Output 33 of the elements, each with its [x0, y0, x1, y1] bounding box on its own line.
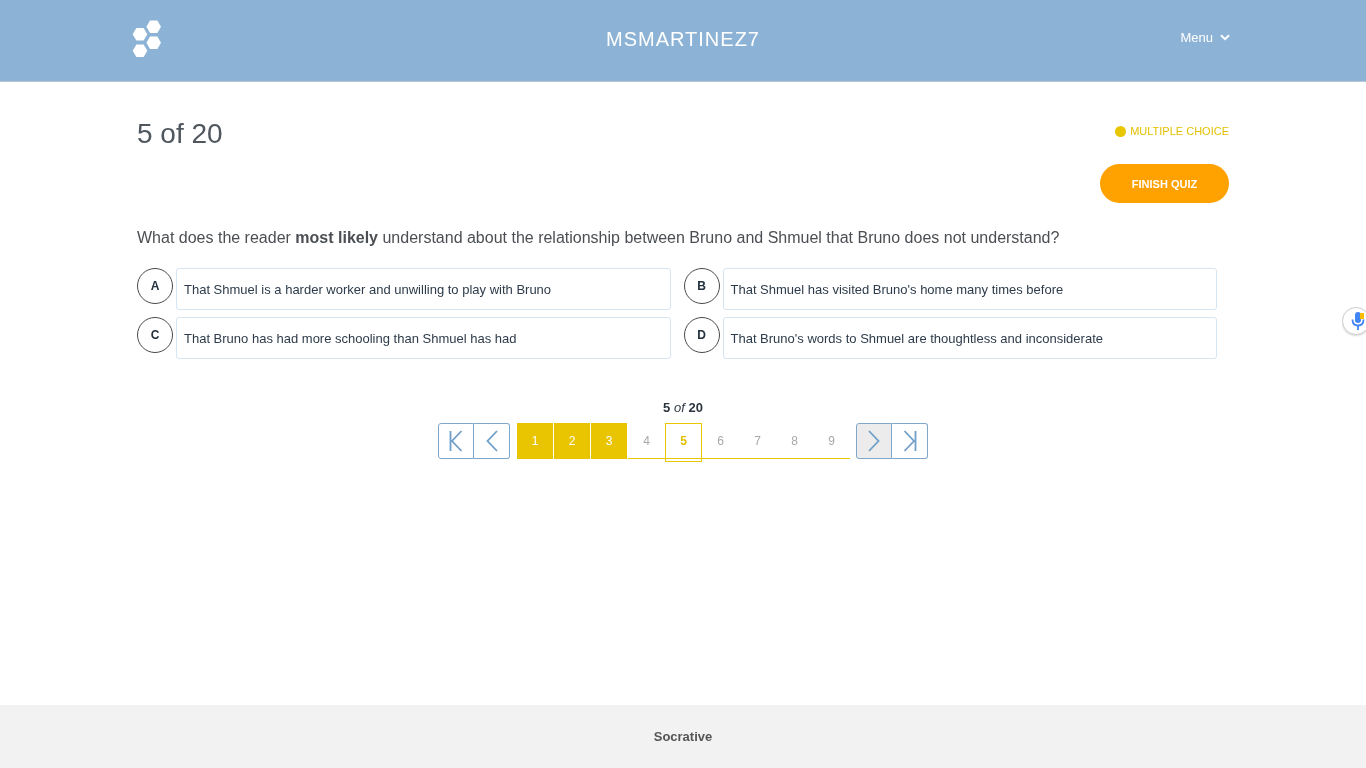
answer-letter-button[interactable]: D [683, 317, 720, 353]
answer-letter-button[interactable]: C [137, 317, 173, 353]
page-caption: 5 of 20 [663, 400, 703, 416]
answer-option[interactable]: That Bruno has had more schooling than Shmuel has had [176, 317, 671, 359]
first-page-button[interactable] [438, 423, 474, 459]
microphone-icon [1350, 311, 1365, 331]
chevron-left-icon [484, 430, 499, 452]
question-counter: 5 of 20 [137, 118, 223, 150]
hexagon-logo-icon[interactable] [132, 18, 162, 58]
user-name: MSMARTINEZ7 [606, 27, 760, 51]
status-dot-icon [1115, 125, 1127, 137]
finish-quiz-button[interactable]: FINISH QUIZ [1100, 164, 1229, 203]
page-number-button[interactable]: 1 [517, 423, 554, 459]
skip-to-end-icon [902, 430, 917, 452]
answer-option[interactable]: That Shmuel has visited Bruno's home many times before [722, 268, 1217, 310]
answer-option[interactable]: That Shmuel is a harder worker and unwilling to play with Bruno [176, 268, 671, 310]
menu-button[interactable]: Menu [1180, 30, 1230, 45]
question-type-label: MULTIPLE CHOICE [1130, 124, 1229, 138]
chevron-down-icon [1220, 34, 1230, 41]
previous-page-button[interactable] [474, 423, 510, 459]
answer-letter-button[interactable]: A [137, 268, 173, 304]
skip-to-start-icon [449, 430, 463, 452]
page-number-button[interactable]: 2 [554, 423, 591, 459]
page-number-button[interactable]: 3 [591, 423, 628, 459]
footer-brand: Socrative [653, 729, 713, 744]
next-page-button[interactable] [856, 423, 892, 459]
question-text: What does the reader most likely understand about the relationship between Bruno and Shmuel that Bruno does not understand? [137, 228, 1061, 248]
microphone-button[interactable] [1342, 307, 1366, 335]
answer-letter-button[interactable]: B [683, 268, 720, 304]
last-page-button[interactable] [892, 423, 928, 459]
chevron-right-icon [867, 430, 881, 452]
page-number-button[interactable]: 5 [665, 423, 702, 459]
answer-option[interactable]: That Bruno's words to Shmuel are thoughtless and inconsiderate [722, 317, 1217, 359]
